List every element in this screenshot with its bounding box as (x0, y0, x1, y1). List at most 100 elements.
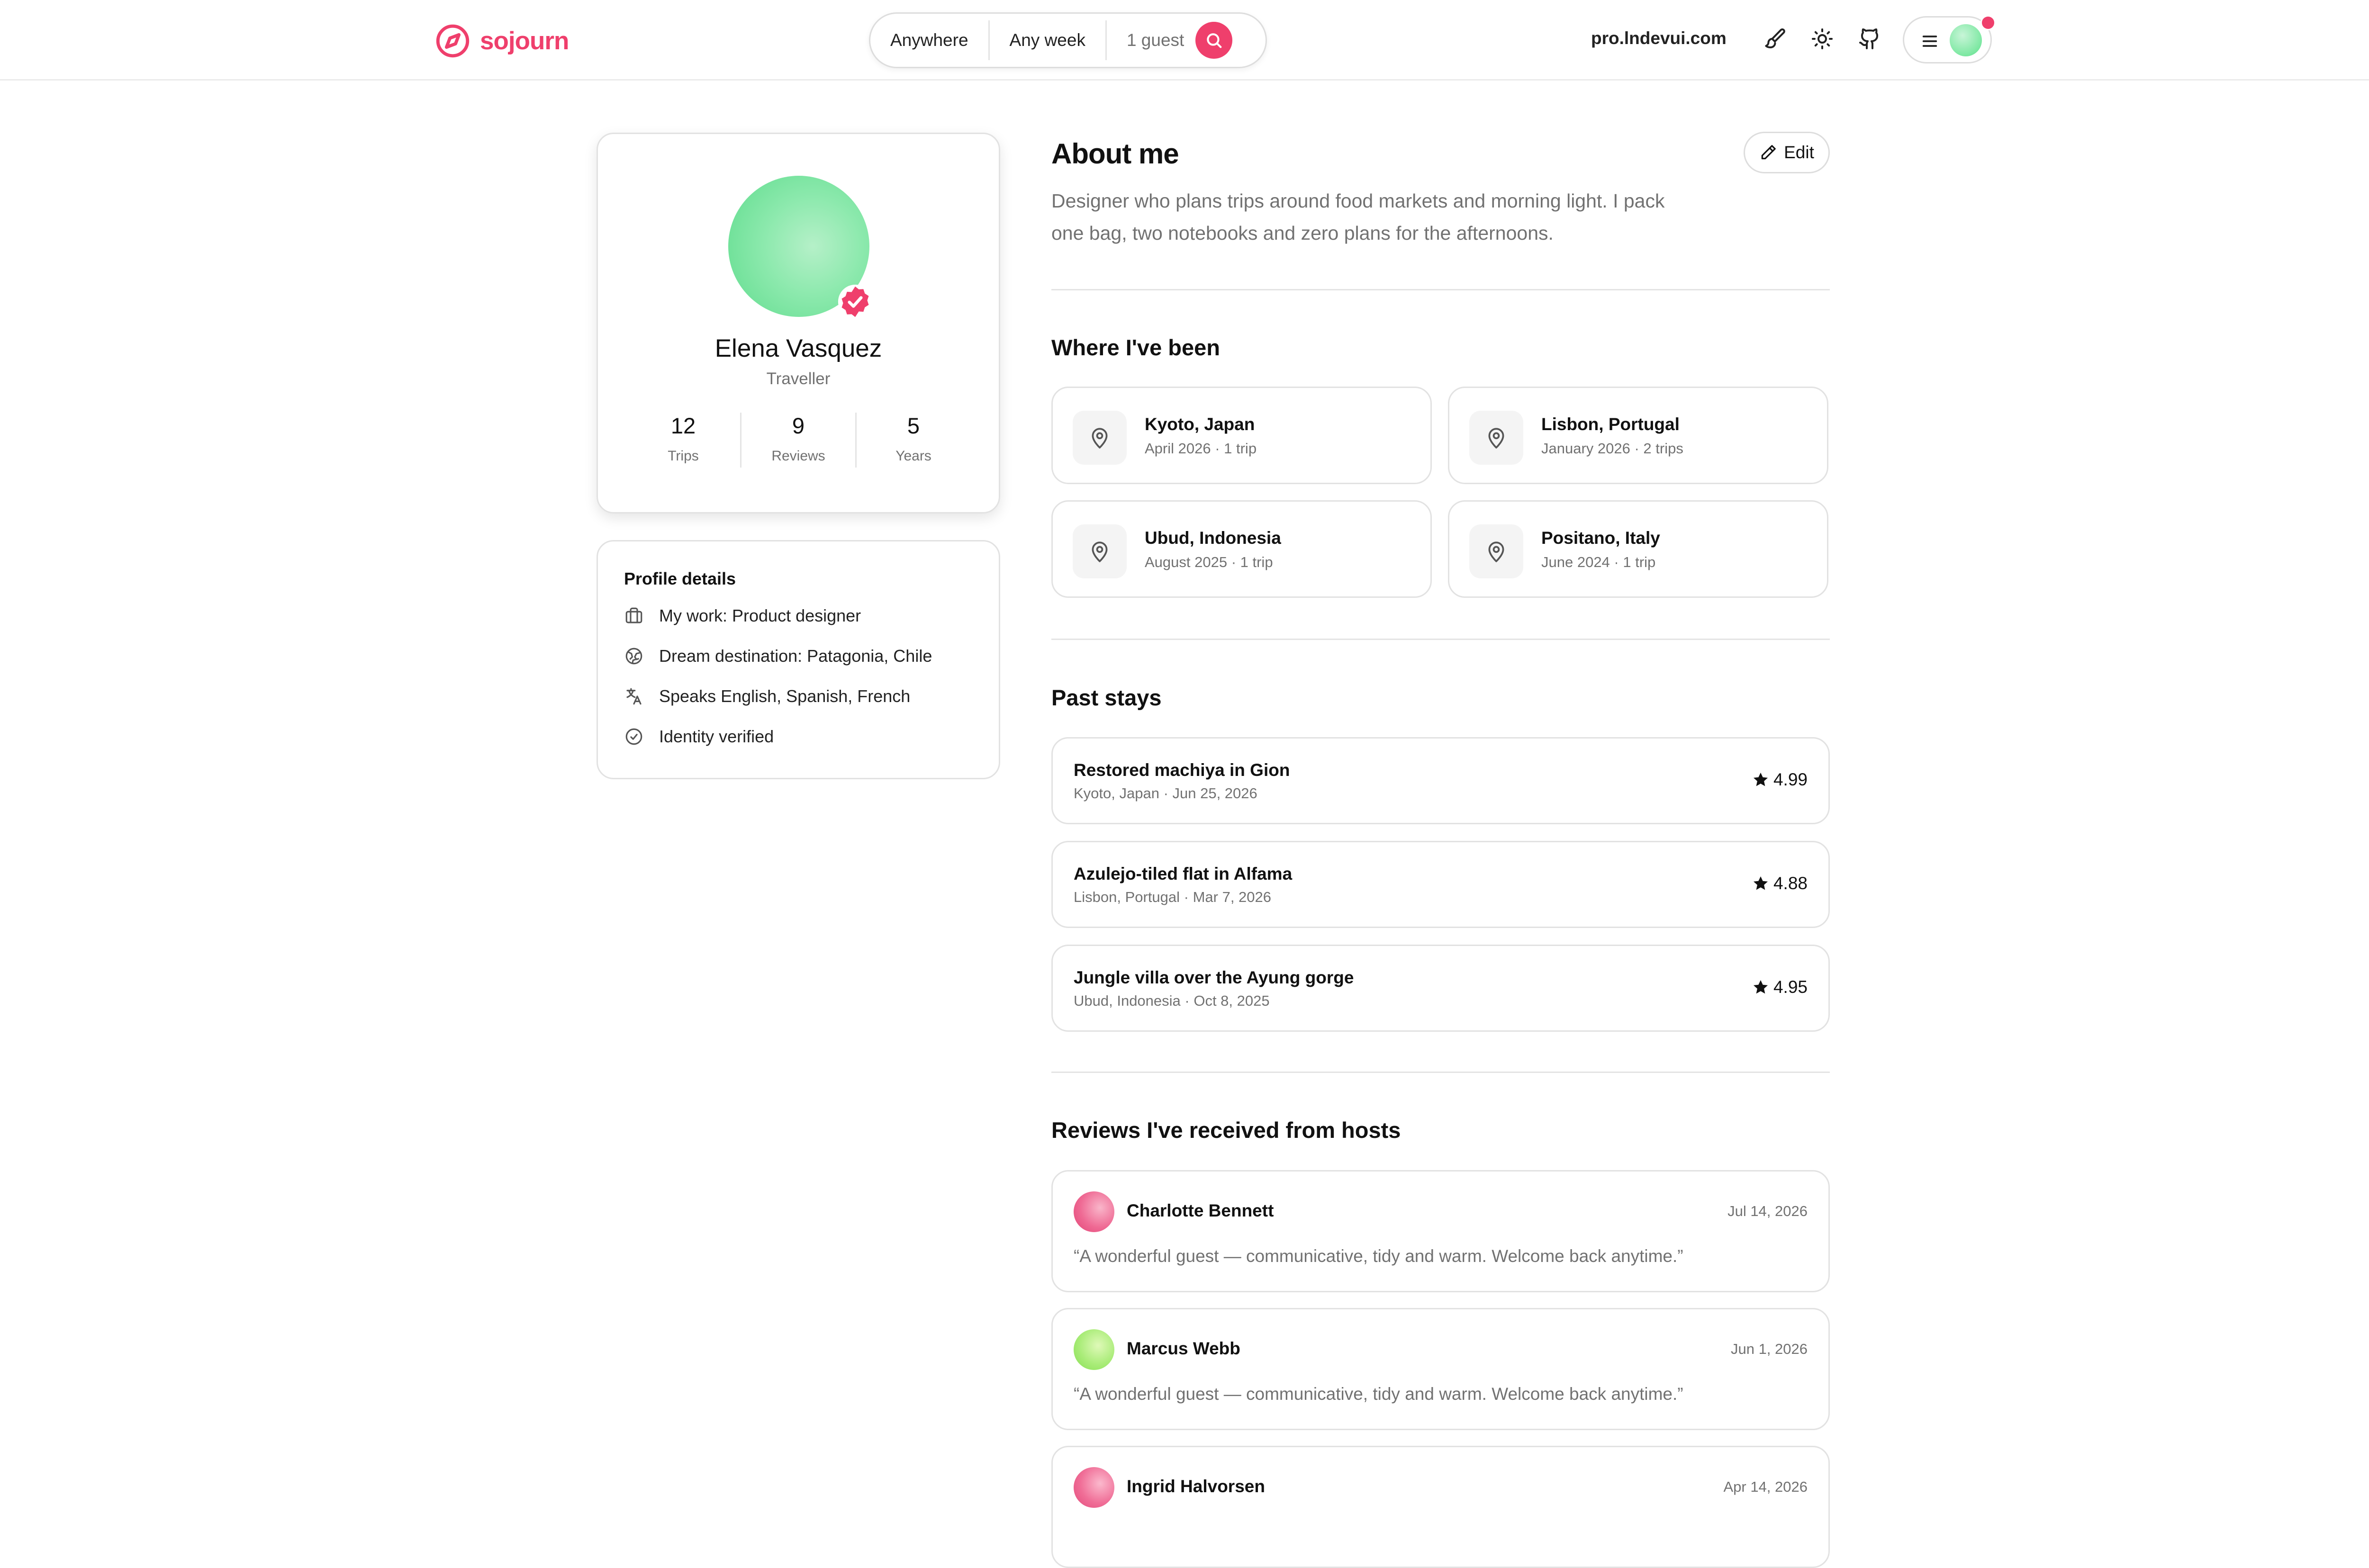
place-icon-box (1469, 411, 1523, 465)
paintbrush-icon (1765, 28, 1785, 48)
place-meta: January 2026 · 2 trips (1541, 440, 1683, 457)
search-bar[interactable]: Anywhere Any week 1 guest (869, 12, 1267, 68)
review-card: Charlotte Bennett Jul 14, 2026 “A wonder… (1051, 1170, 1830, 1292)
stay-title: Jungle villa over the Ayung gorge (1074, 968, 1354, 987)
user-menu-button[interactable] (1903, 16, 1992, 63)
profile-card: Elena Vasquez Traveller 12 Trips 9 Revie… (597, 133, 1000, 514)
reviewer-avatar (1074, 1191, 1114, 1232)
language-icon (626, 688, 642, 705)
map-pin-icon (1488, 541, 1504, 562)
star-icon (1753, 980, 1768, 994)
search-when[interactable]: Any week (990, 19, 1105, 61)
place-card[interactable]: Ubud, Indonesia August 2025 · 1 trip (1051, 500, 1432, 598)
globe-icon (625, 648, 642, 665)
stay-card[interactable]: Jungle villa over the Ayung gorge Ubud, … (1051, 945, 1830, 1032)
review-text: “A wonderful guest — communicative, tidy… (1074, 1246, 1683, 1266)
rating-value: 4.99 (1773, 770, 1808, 789)
stat-value: 5 (907, 413, 920, 438)
section-divider (1051, 1072, 1830, 1073)
review-text: “A wonderful guest — communicative, tidy… (1074, 1384, 1683, 1404)
stat-value: 9 (792, 413, 805, 438)
menu-icon (1922, 36, 1937, 47)
github-icon (1859, 28, 1879, 49)
stays-title: Past stays (1051, 685, 1162, 710)
detail-languages: Speaks English, Spanish, French (624, 686, 910, 706)
place-icon-box (1469, 524, 1523, 578)
stat-label: Trips (668, 448, 699, 464)
map-pin-icon (1092, 541, 1108, 562)
star-icon (1753, 876, 1768, 890)
edit-button[interactable]: Edit (1744, 132, 1830, 173)
stat-value: 12 (670, 413, 696, 438)
profile-details-card: Profile details My work: Product designe… (597, 540, 1000, 779)
profile-stats: 12 Trips 9 Reviews 5 Years (598, 413, 999, 468)
stay-title: Azulejo-tiled flat in Alfama (1074, 864, 1293, 883)
stat-trips: 12 Trips (626, 413, 740, 468)
reviewer-name: Ingrid Halvorsen (1127, 1477, 1265, 1496)
profile-name: Elena Vasquez (714, 334, 882, 362)
place-name: Positano, Italy (1541, 528, 1660, 548)
search-icon (1207, 33, 1222, 48)
sun-icon (1812, 28, 1833, 49)
reviews-title: Reviews I've received from hosts (1051, 1117, 1401, 1143)
place-meta: April 2026 · 1 trip (1145, 440, 1257, 457)
detail-text: Dream destination: Patagonia, Chile (659, 646, 932, 666)
verified-badge-icon (838, 284, 873, 319)
stay-card[interactable]: Azulejo-tiled flat in Alfama Lisbon, Por… (1051, 841, 1830, 928)
stat-reviews: 9 Reviews (741, 413, 855, 468)
place-card[interactable]: Kyoto, Japan April 2026 · 1 trip (1051, 387, 1432, 484)
domain-link[interactable]: pro.lndevui.com (1591, 28, 1727, 48)
places-title: Where I've been (1051, 335, 1220, 360)
reviewer-avatar (1074, 1467, 1114, 1508)
theme-toggle-button[interactable] (1808, 25, 1836, 53)
pencil-icon (1761, 145, 1776, 160)
stay-rating: 4.95 (1752, 977, 1808, 997)
profile-details-title: Profile details (624, 569, 736, 588)
star-icon (1753, 772, 1768, 786)
detail-text: Speaks English, Spanish, French (659, 686, 911, 706)
search-guests[interactable]: 1 guest (1107, 19, 1194, 61)
stat-label: Years (895, 448, 931, 464)
place-name: Ubud, Indonesia (1145, 528, 1281, 548)
detail-work: My work: Product designer (624, 606, 861, 626)
rating-value: 4.95 (1773, 977, 1808, 997)
stay-card[interactable]: Restored machiya in Gion Kyoto, Japan · … (1051, 737, 1830, 824)
section-divider (1051, 639, 1830, 640)
theme-brush-button[interactable] (1761, 25, 1789, 53)
notification-dot (1980, 15, 1996, 30)
stay-rating: 4.88 (1752, 874, 1808, 893)
stat-label: Reviews (771, 448, 825, 464)
review-card: Marcus Webb Jun 1, 2026 “A wonderful gue… (1051, 1308, 1830, 1430)
detail-text: Identity verified (659, 727, 774, 746)
briefcase-icon (625, 607, 642, 623)
about-line: Designer who plans trips around food mar… (1051, 190, 1665, 212)
detail-destination: Dream destination: Patagonia, Chile (624, 646, 932, 666)
stay-meta: Ubud, Indonesia · Oct 8, 2025 (1074, 992, 1270, 1009)
reviewer-name: Marcus Webb (1127, 1339, 1240, 1358)
stay-meta: Lisbon, Portugal · Mar 7, 2026 (1074, 889, 1272, 905)
reviewer-avatar (1074, 1329, 1114, 1370)
about-title: About me (1051, 138, 1179, 170)
search-button[interactable] (1195, 22, 1233, 59)
stat-years: 5 Years (857, 413, 970, 468)
place-name: Lisbon, Portugal (1541, 415, 1680, 434)
brand-logo[interactable]: sojourn (435, 23, 569, 59)
stay-meta: Kyoto, Japan · Jun 25, 2026 (1074, 785, 1257, 802)
about-text: Designer who plans trips around food mar… (1051, 185, 1724, 249)
stay-rating: 4.99 (1752, 770, 1808, 790)
github-button[interactable] (1855, 25, 1884, 53)
profile-role: Traveller (766, 369, 831, 388)
check-circle-icon (625, 728, 642, 745)
avatar (1950, 24, 1982, 56)
place-card[interactable]: Lisbon, Portugal January 2026 · 2 trips (1448, 387, 1828, 484)
top-navbar: sojourn Anywhere Any week 1 guest pro.ln… (0, 0, 2369, 81)
brand-name: sojourn (480, 27, 569, 55)
search-where[interactable]: Anywhere (870, 19, 988, 61)
detail-verified: Identity verified (624, 727, 774, 747)
review-date: Jul 14, 2026 (1727, 1203, 1808, 1219)
edit-label: Edit (1784, 143, 1814, 162)
place-card[interactable]: Positano, Italy June 2024 · 1 trip (1448, 500, 1828, 598)
place-name: Kyoto, Japan (1145, 415, 1255, 434)
review-date: Apr 14, 2026 (1723, 1478, 1808, 1495)
place-icon-box (1073, 524, 1127, 578)
